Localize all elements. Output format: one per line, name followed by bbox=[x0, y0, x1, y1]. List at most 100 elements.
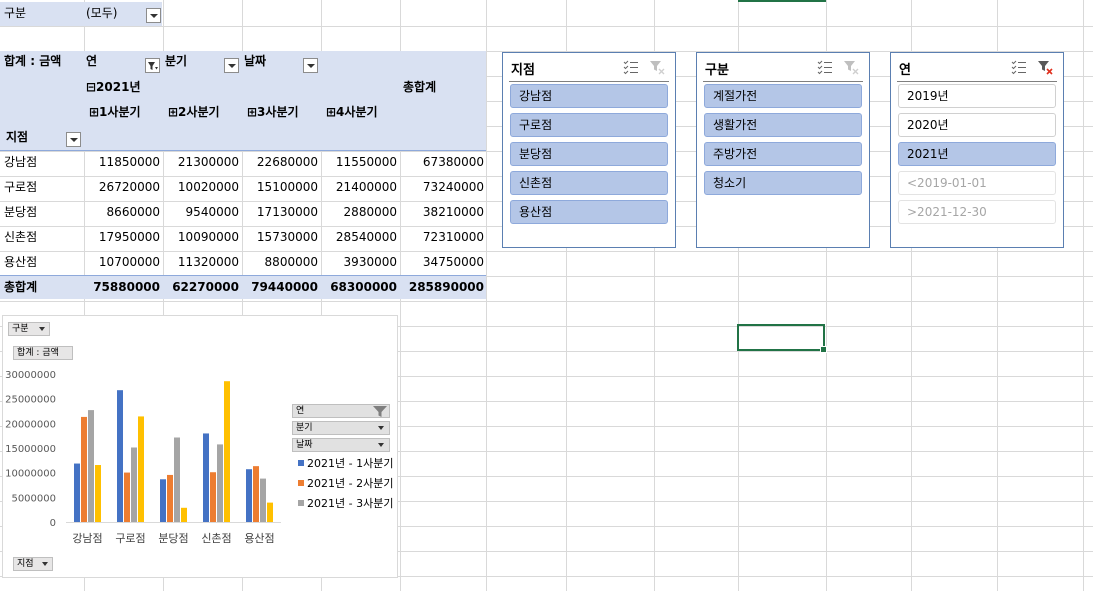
value-cell[interactable]: 15730000 bbox=[238, 225, 318, 249]
total-cell[interactable]: 68300000 bbox=[317, 275, 397, 299]
quarter-4-header[interactable]: ⊞4사분기 bbox=[326, 100, 378, 124]
row-label[interactable]: 용산점 bbox=[4, 250, 37, 274]
slicer-item[interactable]: 주방가전 bbox=[704, 142, 862, 166]
quarter-1-header[interactable]: ⊞1사분기 bbox=[89, 100, 141, 124]
value-cell[interactable]: 15100000 bbox=[238, 175, 318, 199]
slicer-1[interactable]: 구분 계절가전 생활가전 주방가전 청소기 bbox=[696, 52, 870, 248]
bar-series-0[interactable] bbox=[160, 479, 166, 522]
branch-filter-button[interactable] bbox=[66, 132, 81, 147]
clear-filter-icon[interactable] bbox=[1037, 59, 1053, 75]
bar-series-2[interactable] bbox=[88, 410, 94, 522]
value-cell[interactable]: 72310000 bbox=[404, 225, 484, 249]
row-label[interactable]: 강남점 bbox=[4, 150, 37, 174]
value-cell[interactable]: 73240000 bbox=[404, 175, 484, 199]
value-cell[interactable]: 10090000 bbox=[159, 225, 239, 249]
x-tick-label: 신촌점 bbox=[201, 532, 231, 545]
total-cell[interactable]: 79440000 bbox=[238, 275, 318, 299]
bar-series-0[interactable] bbox=[203, 433, 209, 522]
bar-series-0[interactable] bbox=[246, 469, 252, 522]
multi-select-icon[interactable] bbox=[623, 59, 639, 75]
bar-series-2[interactable] bbox=[260, 478, 266, 522]
value-cell[interactable]: 11850000 bbox=[80, 150, 160, 174]
quarter-2-header[interactable]: ⊞2사분기 bbox=[168, 100, 220, 124]
clear-filter-icon[interactable] bbox=[649, 59, 665, 75]
quarter-filter-button[interactable] bbox=[224, 58, 239, 73]
bar-series-3[interactable] bbox=[181, 507, 187, 522]
value-cell[interactable]: 11550000 bbox=[317, 150, 397, 174]
slicer-item[interactable]: 계절가전 bbox=[704, 84, 862, 108]
bar-series-3[interactable] bbox=[267, 502, 273, 522]
value-cell[interactable]: 26720000 bbox=[80, 175, 160, 199]
multi-select-icon[interactable] bbox=[817, 59, 833, 75]
slicer-item[interactable]: 용산점 bbox=[510, 200, 668, 224]
bar-series-3[interactable] bbox=[138, 416, 144, 522]
bar-series-2[interactable] bbox=[174, 437, 180, 522]
quarter-3-header[interactable]: ⊞3사분기 bbox=[247, 100, 299, 124]
legend-entry[interactable]: 2021년 - 3사분기 bbox=[298, 497, 393, 511]
value-cell[interactable]: 3930000 bbox=[317, 250, 397, 274]
value-cell[interactable]: 17130000 bbox=[238, 200, 318, 224]
total-row-label[interactable]: 총합계 bbox=[4, 275, 37, 299]
clear-filter-icon[interactable] bbox=[843, 59, 859, 75]
year-2021-header[interactable]: ⊟2021년 bbox=[86, 75, 141, 99]
multi-select-icon[interactable] bbox=[1011, 59, 1027, 75]
bar-series-0[interactable] bbox=[117, 390, 123, 522]
slicer-item[interactable]: 청소기 bbox=[704, 171, 862, 195]
active-cell[interactable] bbox=[737, 324, 827, 353]
legend-entry[interactable]: 2021년 - 1사분기 bbox=[298, 457, 393, 471]
slicer-item[interactable]: 2020년 bbox=[898, 113, 1056, 137]
slicer-item[interactable]: >2021-12-30 bbox=[898, 200, 1056, 224]
bar-series-1[interactable] bbox=[124, 472, 130, 522]
y-tick-label: 20000000 bbox=[5, 419, 56, 430]
bar-series-3[interactable] bbox=[95, 465, 101, 522]
bar-series-1[interactable] bbox=[210, 472, 216, 522]
total-cell[interactable]: 62270000 bbox=[159, 275, 239, 299]
bar-series-0[interactable] bbox=[74, 463, 80, 522]
value-cell[interactable]: 9540000 bbox=[159, 200, 239, 224]
value-cell[interactable]: 10020000 bbox=[159, 175, 239, 199]
y-tick-label: 30000000 bbox=[5, 370, 56, 381]
legend-field-quarter[interactable]: 분기 bbox=[292, 421, 390, 435]
row-label[interactable]: 분당점 bbox=[4, 200, 37, 224]
value-cell[interactable]: 34750000 bbox=[404, 250, 484, 274]
value-cell[interactable]: 10700000 bbox=[80, 250, 160, 274]
value-cell[interactable]: 38210000 bbox=[404, 200, 484, 224]
bar-series-1[interactable] bbox=[81, 416, 87, 522]
total-cell[interactable]: 285890000 bbox=[404, 275, 484, 299]
slicer-item[interactable]: 신촌점 bbox=[510, 171, 668, 195]
bar-series-1[interactable] bbox=[167, 474, 173, 522]
value-cell[interactable]: 67380000 bbox=[404, 150, 484, 174]
row-label[interactable]: 신촌점 bbox=[4, 225, 37, 249]
value-cell[interactable]: 17950000 bbox=[80, 225, 160, 249]
value-cell[interactable]: 21300000 bbox=[159, 150, 239, 174]
year-filter-button[interactable] bbox=[145, 58, 160, 73]
slicer-2[interactable]: 연 2019년 2020년 2021년 <2019-01-01 >2021-12-30 bbox=[890, 52, 1064, 248]
value-cell[interactable]: 11320000 bbox=[159, 250, 239, 274]
slicer-0[interactable]: 지점 강남점 구로점 분당점 신촌점 용산점 bbox=[502, 52, 676, 248]
legend-entry[interactable]: 2021년 - 2사분기 bbox=[298, 477, 393, 491]
bar-series-2[interactable] bbox=[131, 447, 137, 522]
slicer-item[interactable]: 2019년 bbox=[898, 84, 1056, 108]
value-cell[interactable]: 28540000 bbox=[317, 225, 397, 249]
slicer-item[interactable]: 분당점 bbox=[510, 142, 668, 166]
total-cell[interactable]: 75880000 bbox=[80, 275, 160, 299]
value-cell[interactable]: 8660000 bbox=[80, 200, 160, 224]
value-cell[interactable]: 21400000 bbox=[317, 175, 397, 199]
pivot-chart[interactable]: 구분 합계 : 금액 지점 30000000 25000000 20000000 15… bbox=[2, 315, 398, 578]
legend-field-date[interactable]: 날짜 bbox=[292, 438, 390, 452]
bar-series-2[interactable] bbox=[217, 444, 223, 522]
bar-series-1[interactable] bbox=[253, 466, 259, 522]
slicer-item[interactable]: 2021년 bbox=[898, 142, 1056, 166]
slicer-item[interactable]: 강남점 bbox=[510, 84, 668, 108]
date-filter-button[interactable] bbox=[303, 58, 318, 73]
value-cell[interactable]: 22680000 bbox=[238, 150, 318, 174]
bar-series-3[interactable] bbox=[224, 381, 230, 522]
legend-field-year[interactable]: 연 bbox=[292, 404, 390, 418]
slicer-item[interactable]: <2019-01-01 bbox=[898, 171, 1056, 195]
row-label[interactable]: 구로점 bbox=[4, 175, 37, 199]
value-cell[interactable]: 2880000 bbox=[317, 200, 397, 224]
report-filter-dropdown[interactable] bbox=[146, 8, 161, 23]
value-cell[interactable]: 8800000 bbox=[238, 250, 318, 274]
slicer-item[interactable]: 구로점 bbox=[510, 113, 668, 137]
slicer-item[interactable]: 생활가전 bbox=[704, 113, 862, 137]
